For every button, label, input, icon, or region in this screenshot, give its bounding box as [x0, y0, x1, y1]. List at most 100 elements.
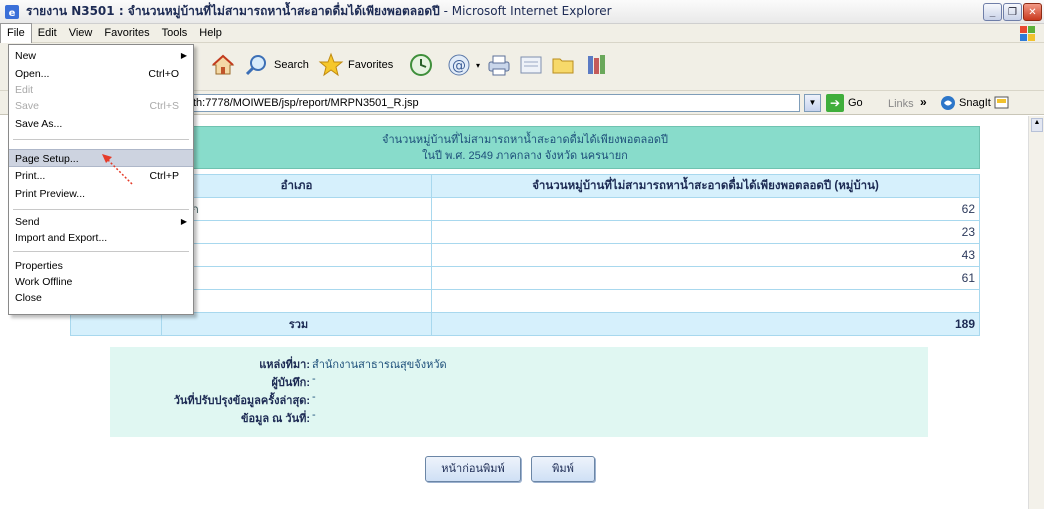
menu-item-shortcut: Ctrl+S	[149, 100, 179, 112]
menu-item-label: New	[15, 50, 37, 62]
menu-help[interactable]: Help	[193, 24, 228, 43]
total-spacer-cell	[70, 312, 162, 336]
favorites-star-icon	[318, 52, 344, 77]
favorites-button[interactable]: Favorites	[318, 52, 393, 78]
report-heading-line1: จำนวนหมู่บ้านที่ไม่สามารถหาน้ำสะอาดดื่มไ…	[382, 134, 668, 146]
file-menu-new[interactable]: New ▶	[9, 47, 193, 65]
value-cell: 62	[431, 197, 980, 221]
updated-label: วันที่ปรับปรุงข้อมูลครั้งล่าสุด:	[173, 395, 310, 407]
submenu-arrow-icon: ▶	[180, 51, 187, 60]
table-row: รนายก 62	[70, 197, 980, 221]
window-title-suffix: - Microsoft Internet Explorer	[439, 4, 612, 18]
menu-item-label: Close	[15, 292, 42, 304]
search-label: Search	[274, 59, 309, 71]
menu-item-label: Save	[15, 100, 39, 112]
vertical-scrollbar[interactable]: ▲	[1028, 116, 1044, 509]
menu-edit[interactable]: Edit	[32, 24, 63, 43]
source-label: แหล่งที่มา:	[259, 359, 310, 371]
file-menu-close[interactable]: Close	[9, 289, 193, 307]
total-label: รวม	[161, 312, 432, 336]
menu-view[interactable]: View	[63, 24, 99, 43]
updated-row: วันที่ปรับปรุงข้อมูลครั้งล่าสุด: -	[110, 391, 316, 409]
source-row: แหล่งที่มา: สำนักงานสาธารณสุขจังหวัด	[110, 355, 447, 373]
search-icon	[245, 55, 266, 76]
snagit-button[interactable]: SnagIt	[940, 95, 1010, 111]
printer-icon	[488, 55, 510, 76]
menu-separator	[13, 251, 189, 252]
district-cell	[161, 289, 432, 313]
address-dropdown-button[interactable]: ▼	[804, 94, 821, 112]
ie-window-icon[interactable]: e	[4, 4, 20, 20]
snagit-label: SnagIt	[959, 97, 991, 109]
table-row: 23	[70, 220, 980, 244]
total-value: 189	[431, 312, 980, 336]
asof-label: ข้อมูล ณ วันที่:	[240, 413, 310, 425]
minimize-button[interactable]: _	[983, 3, 1002, 21]
title-bar: e รายงาน N3501 : จำนวนหมู่บ้านที่ไม่สามา…	[0, 0, 1044, 24]
menu-item-label: Work Offline	[15, 276, 73, 288]
district-cell	[161, 220, 432, 244]
report-heading: จำนวนหมู่บ้านที่ไม่สามารถหาน้ำสะอาดดื่มไ…	[70, 126, 980, 169]
address-input[interactable]: th:7778/MOIWEB/jsp/report/MRPN3501_R.jsp	[170, 94, 800, 112]
svg-text:@: @	[452, 58, 466, 74]
print-page-button[interactable]: พิมพ์	[531, 456, 595, 482]
menu-bar: File Edit View Favorites Tools Help	[0, 23, 1044, 43]
table-row: 43	[70, 243, 980, 267]
print-button[interactable]	[486, 52, 512, 78]
menu-tools[interactable]: Tools	[156, 24, 194, 43]
research-button[interactable]	[584, 52, 610, 78]
mail-icon: @	[448, 54, 470, 76]
menu-favorites[interactable]: Favorites	[98, 24, 155, 43]
mail-dropdown-icon[interactable]: ▾	[476, 61, 480, 70]
menu-item-label: Print...	[15, 170, 46, 182]
report-heading-line2: ในปี พ.ศ. 2549 ภาคกลาง จังหวัด นครนายก	[422, 150, 628, 162]
mail-button[interactable]: @ ▾	[446, 52, 480, 78]
search-button[interactable]: Search	[244, 52, 309, 78]
recorder-label: ผู้บันทึก:	[271, 377, 310, 389]
edit-page-icon	[520, 56, 542, 74]
asof-value: -	[312, 409, 316, 421]
menu-item-label: Open...	[15, 68, 50, 80]
district-cell	[161, 243, 432, 267]
menu-item-label: Save As...	[15, 118, 63, 130]
file-menu-save: Save Ctrl+S	[9, 97, 193, 115]
window-title: รายงาน N3501 : จำนวนหมู่บ้านที่ไม่สามารถ…	[26, 2, 612, 21]
print-preview-button[interactable]: หน้าก่อนพิมพ์	[425, 456, 521, 482]
favorites-label: Favorites	[348, 59, 394, 71]
header-district: อำเภอ	[161, 174, 432, 198]
folder-icon	[552, 58, 574, 74]
links-label[interactable]: Links	[888, 98, 914, 110]
value-cell	[431, 289, 980, 313]
value-cell: 23	[431, 220, 980, 244]
district-cell: ษ์	[161, 266, 432, 290]
home-icon	[211, 54, 235, 75]
discuss-button[interactable]	[550, 52, 576, 78]
home-button[interactable]	[210, 52, 236, 78]
close-button[interactable]: ✕	[1023, 3, 1042, 21]
snagit-capture-icon[interactable]	[994, 96, 1010, 110]
file-menu-save-as[interactable]: Save As...	[9, 115, 193, 133]
district-cell: รนายก	[161, 197, 432, 221]
recorder-row: ผู้บันทึก: -	[110, 373, 315, 391]
menu-item-label: Properties	[15, 260, 63, 272]
action-buttons: หน้าก่อนพิมพ์ พิมพ์	[425, 456, 595, 482]
edit-page-button[interactable]	[518, 52, 544, 78]
window-controls: _ ❐ ✕	[983, 3, 1042, 21]
menu-item-label: Page Setup...	[15, 153, 79, 165]
links-chevron-icon[interactable]: »	[920, 95, 927, 109]
snagit-icon	[941, 96, 955, 110]
go-button[interactable]: ➔ Go	[826, 94, 863, 112]
windows-logo-icon	[1020, 26, 1035, 41]
history-button[interactable]	[408, 52, 434, 78]
maximize-button[interactable]: ❐	[1003, 3, 1022, 21]
value-cell: 43	[431, 243, 980, 267]
scroll-up-arrow-icon[interactable]: ▲	[1031, 118, 1043, 132]
menu-file[interactable]: File	[0, 23, 32, 43]
asof-row: ข้อมูล ณ วันที่: -	[110, 409, 316, 427]
research-books-icon	[588, 55, 605, 74]
menu-separator	[13, 209, 189, 210]
source-value: สำนักงานสาธารณสุขจังหวัด	[312, 359, 447, 371]
file-menu-import-export[interactable]: Import and Export...	[9, 229, 193, 247]
value-cell: 61	[431, 266, 980, 290]
menu-separator	[13, 139, 189, 140]
